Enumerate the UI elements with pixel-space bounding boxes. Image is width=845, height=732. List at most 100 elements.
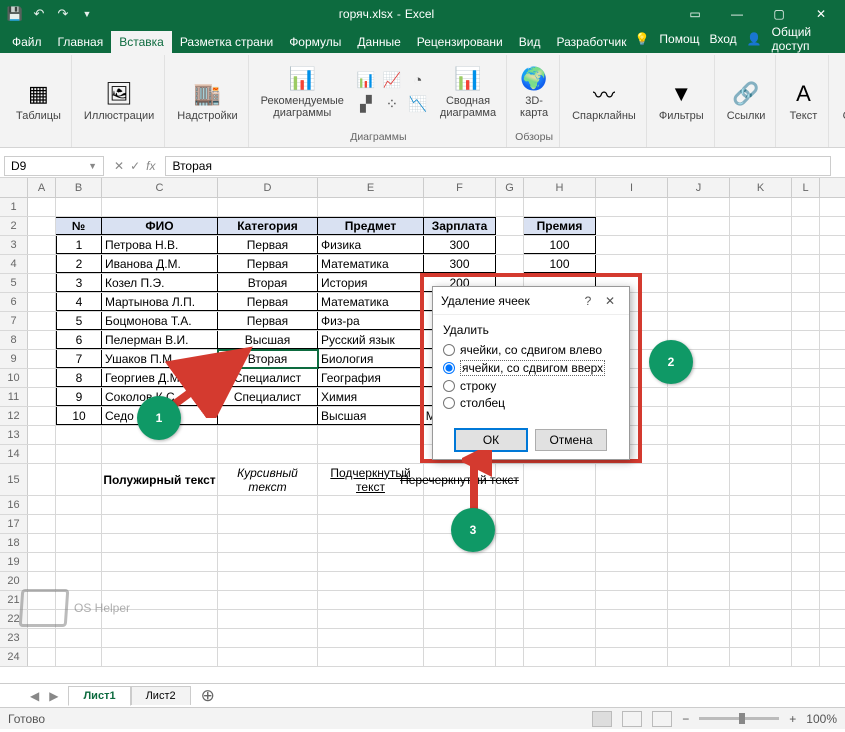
row-header-12[interactable]: 12	[0, 407, 28, 425]
symbols-button[interactable]: ΩСимв	[837, 77, 845, 125]
cell-L15[interactable]	[792, 464, 820, 495]
cell-E2[interactable]: Предмет	[318, 217, 424, 235]
pie-chart-icon[interactable]: ◔	[406, 69, 430, 91]
cell-B9[interactable]: 7	[56, 350, 102, 368]
cell-G4[interactable]	[496, 255, 524, 273]
cell-F2[interactable]: Зарплата	[424, 217, 496, 235]
cell-H15[interactable]	[524, 464, 596, 495]
line-chart-icon[interactable]: 📈	[380, 69, 404, 91]
col-header-E[interactable]: E	[318, 178, 424, 197]
cell-J12[interactable]	[668, 407, 730, 425]
cell-A24[interactable]	[28, 648, 56, 666]
row-header-2[interactable]: 2	[0, 217, 28, 235]
undo-icon[interactable]: ↶	[28, 3, 50, 25]
row-header-1[interactable]: 1	[0, 198, 28, 216]
cell-A5[interactable]	[28, 274, 56, 292]
cell-D17[interactable]	[218, 515, 318, 533]
save-icon[interactable]: 💾	[4, 3, 26, 25]
cell-C20[interactable]	[102, 572, 218, 590]
cell-L17[interactable]	[792, 515, 820, 533]
redo-icon[interactable]: ↷	[52, 3, 74, 25]
cell-G16[interactable]	[496, 496, 524, 514]
cell-L10[interactable]	[792, 369, 820, 387]
sparklines-button[interactable]: 〰Спарклайны	[568, 77, 640, 125]
cell-I22[interactable]	[596, 610, 668, 628]
cell-A13[interactable]	[28, 426, 56, 444]
cell-L2[interactable]	[792, 217, 820, 235]
cell-L4[interactable]	[792, 255, 820, 273]
cell-L14[interactable]	[792, 445, 820, 463]
cell-H21[interactable]	[524, 591, 596, 609]
tab-view[interactable]: Вид	[511, 31, 549, 53]
cell-A1[interactable]	[28, 198, 56, 216]
cell-J15[interactable]	[668, 464, 730, 495]
row-header-15[interactable]: 15	[0, 464, 28, 495]
cell-L3[interactable]	[792, 236, 820, 254]
bar-chart-icon[interactable]: 📊	[354, 69, 378, 91]
row-header-16[interactable]: 16	[0, 496, 28, 514]
cell-I15[interactable]	[596, 464, 668, 495]
col-header-G[interactable]: G	[496, 178, 524, 197]
row-header-23[interactable]: 23	[0, 629, 28, 647]
cell-C16[interactable]	[102, 496, 218, 514]
cell-L22[interactable]	[792, 610, 820, 628]
cell-E6[interactable]: Математика	[318, 293, 424, 311]
cell-J3[interactable]	[668, 236, 730, 254]
cell-A6[interactable]	[28, 293, 56, 311]
cell-C3[interactable]: Петрова Н.В.	[102, 236, 218, 254]
cell-H19[interactable]	[524, 553, 596, 571]
cell-D2[interactable]: Категория	[218, 217, 318, 235]
cell-D20[interactable]	[218, 572, 318, 590]
illustrations-button[interactable]: 🖼Иллюстрации	[80, 77, 158, 125]
cell-L8[interactable]	[792, 331, 820, 349]
cell-D18[interactable]	[218, 534, 318, 552]
cell-I24[interactable]	[596, 648, 668, 666]
cell-B13[interactable]	[56, 426, 102, 444]
cell-B3[interactable]: 1	[56, 236, 102, 254]
cell-L18[interactable]	[792, 534, 820, 552]
cell-D14[interactable]	[218, 445, 318, 463]
cancel-button[interactable]: Отмена	[535, 429, 607, 451]
cell-C24[interactable]	[102, 648, 218, 666]
cell-D7[interactable]: Первая	[218, 312, 318, 330]
ok-button[interactable]: ОК	[455, 429, 527, 451]
cell-D6[interactable]: Первая	[218, 293, 318, 311]
zoom-slider[interactable]	[699, 717, 779, 720]
cell-G17[interactable]	[496, 515, 524, 533]
cell-C18[interactable]	[102, 534, 218, 552]
cell-E18[interactable]	[318, 534, 424, 552]
cell-I20[interactable]	[596, 572, 668, 590]
cell-H24[interactable]	[524, 648, 596, 666]
cell-G15[interactable]	[496, 464, 524, 495]
cell-A23[interactable]	[28, 629, 56, 647]
cell-E19[interactable]	[318, 553, 424, 571]
row-header-11[interactable]: 11	[0, 388, 28, 406]
opt-column[interactable]: столбец	[443, 396, 619, 410]
cell-B19[interactable]	[56, 553, 102, 571]
cell-G24[interactable]	[496, 648, 524, 666]
cell-J19[interactable]	[668, 553, 730, 571]
cell-J16[interactable]	[668, 496, 730, 514]
cell-A2[interactable]	[28, 217, 56, 235]
dialog-close-icon[interactable]: ✕	[599, 294, 621, 308]
cell-A9[interactable]	[28, 350, 56, 368]
cell-K9[interactable]	[730, 350, 792, 368]
cell-I17[interactable]	[596, 515, 668, 533]
cell-L24[interactable]	[792, 648, 820, 666]
opt-shift-up[interactable]: ячейки, со сдвигом вверх	[443, 360, 619, 376]
cell-I19[interactable]	[596, 553, 668, 571]
cell-E22[interactable]	[318, 610, 424, 628]
cell-B17[interactable]	[56, 515, 102, 533]
new-sheet-button[interactable]: ⊕	[191, 686, 225, 706]
sheet-tab-1[interactable]: Лист1	[68, 686, 130, 706]
cell-G3[interactable]	[496, 236, 524, 254]
cell-B10[interactable]: 8	[56, 369, 102, 387]
opt-row[interactable]: строку	[443, 379, 619, 393]
tab-data[interactable]: Данные	[349, 31, 408, 53]
row-header-3[interactable]: 3	[0, 236, 28, 254]
cell-K20[interactable]	[730, 572, 792, 590]
cell-A3[interactable]	[28, 236, 56, 254]
cell-H2[interactable]: Премия	[524, 217, 596, 235]
sheet-nav-prev-icon[interactable]: ◀	[30, 689, 39, 703]
cell-K21[interactable]	[730, 591, 792, 609]
